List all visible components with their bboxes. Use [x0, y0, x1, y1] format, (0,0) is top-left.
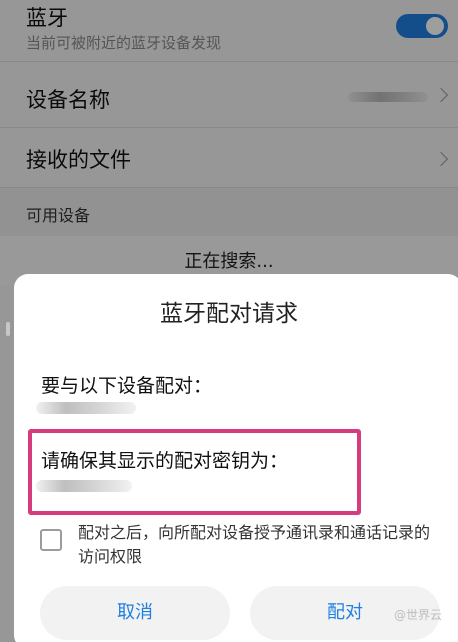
pair-with-prompt: 要与以下设备配对：	[41, 375, 213, 397]
device-name-blurred	[36, 402, 136, 414]
watermark-text: @世界云	[393, 608, 442, 622]
cancel-button[interactable]: 取消	[40, 586, 230, 640]
scroll-indicator	[6, 322, 10, 336]
dialog-title: 蓝牙配对请求	[160, 301, 298, 327]
contacts-access-label: 配对之后，向所配对设备授予通讯录和通话记录的访问权限	[78, 523, 431, 566]
passkey-blurred	[36, 480, 132, 492]
passkey-confirm-text: 请确保其显示的配对密钥为：	[41, 450, 289, 472]
contacts-access-checkbox[interactable]	[40, 529, 62, 551]
bluetooth-pairing-dialog: 蓝牙配对请求 要与以下设备配对： 请确保其显示的配对密钥为： 配对之后，向所配对…	[14, 274, 458, 642]
